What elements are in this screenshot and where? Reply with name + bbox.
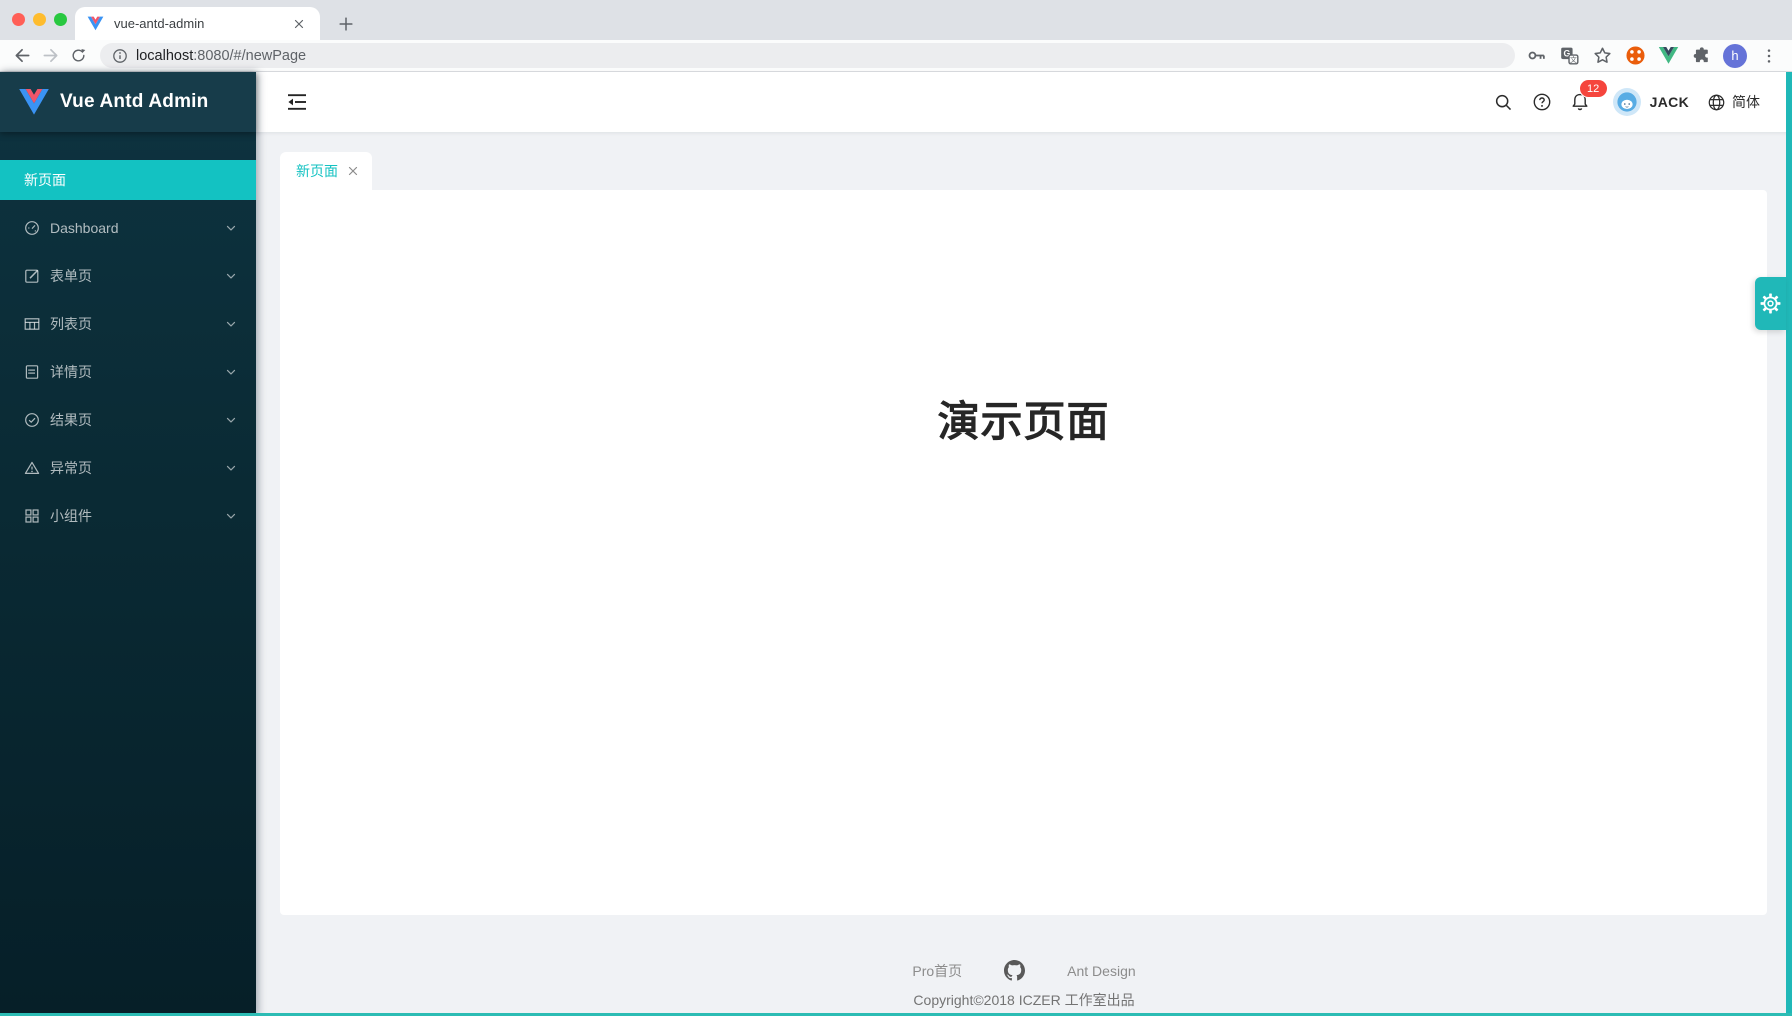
browser-profile-avatar[interactable]: h: [1723, 44, 1747, 68]
user-menu[interactable]: JACK: [1613, 88, 1689, 116]
sidebar-item-newpage[interactable]: 新页面: [0, 160, 256, 200]
github-icon[interactable]: [1004, 960, 1025, 981]
sidebar-item-label: 小组件: [50, 506, 224, 526]
browser-tab-title: vue-antd-admin: [114, 16, 290, 31]
page-tab-close-icon[interactable]: [346, 164, 360, 178]
form-icon: [24, 268, 40, 284]
close-window-button[interactable]: [12, 13, 25, 26]
reload-button[interactable]: [64, 42, 92, 70]
screen: vue-antd-admin localhost:8080/#/newPage: [0, 0, 1792, 1016]
sidebar-item-label: 结果页: [50, 410, 224, 430]
chevron-down-icon: [224, 509, 238, 523]
vue-logo-icon: [18, 86, 50, 118]
sidebar-menu: 新页面 Dashboard 表单页列表页详情页结果页异常页小组件: [0, 132, 256, 536]
app-logo[interactable]: Vue Antd Admin: [0, 72, 256, 132]
chevron-down-icon: [224, 365, 238, 379]
vue-devtools-icon[interactable]: [1657, 44, 1680, 67]
sidebar-item-label: 列表页: [50, 314, 224, 334]
page-tab-active[interactable]: 新页面: [280, 152, 372, 190]
translate-icon[interactable]: [1558, 44, 1581, 67]
zoom-window-button[interactable]: [54, 13, 67, 26]
new-tab-button[interactable]: [332, 10, 360, 38]
footer-link-antdesign[interactable]: Ant Design: [1067, 963, 1135, 979]
username: JACK: [1650, 94, 1689, 110]
content-card: 演示页面: [280, 190, 1767, 915]
minimize-window-button[interactable]: [33, 13, 46, 26]
table-icon: [24, 316, 40, 332]
sidebar-item-4[interactable]: 结果页: [0, 400, 256, 440]
forward-button[interactable]: [36, 42, 64, 70]
extensions-puzzle-icon[interactable]: [1690, 44, 1713, 67]
chevron-down-icon: [224, 269, 238, 283]
chevron-down-icon: [224, 413, 238, 427]
app-title: Vue Antd Admin: [60, 91, 208, 113]
vue-favicon-icon: [87, 15, 104, 32]
browser-tabstrip: vue-antd-admin: [0, 0, 1792, 40]
language-switcher[interactable]: 简体: [1707, 92, 1760, 112]
notification-bell-icon[interactable]: 12: [1561, 83, 1599, 121]
footer-copyright: Copyright©2018 ICZER 工作室出品: [256, 990, 1792, 1010]
tab-close-icon[interactable]: [290, 15, 308, 33]
warning-icon: [24, 460, 40, 476]
sidebar-item-label: 异常页: [50, 458, 224, 478]
sidebar-item-label: Dashboard: [50, 220, 224, 236]
settings-drawer-handle[interactable]: [1755, 277, 1786, 330]
sidebar-item-label: 新页面: [24, 170, 238, 190]
chevron-down-icon: [224, 221, 238, 235]
dashboard-icon: [24, 220, 40, 236]
content-area: 新页面 演示页面 Pro首页 Ant Design Copyright©2018…: [256, 132, 1792, 1016]
sidebar-item-2[interactable]: 列表页: [0, 304, 256, 344]
browser-tab[interactable]: vue-antd-admin: [75, 7, 320, 40]
footer-link-pro[interactable]: Pro首页: [912, 961, 962, 981]
page-title: 演示页面: [280, 190, 1767, 449]
menu-fold-icon[interactable]: [284, 89, 310, 115]
url-text: localhost:8080/#/newPage: [136, 48, 306, 64]
address-bar[interactable]: localhost:8080/#/newPage: [100, 43, 1515, 68]
search-icon[interactable]: [1485, 83, 1523, 121]
app-header: 12 JACK 简体: [256, 72, 1792, 132]
sidebar-item-1[interactable]: 表单页: [0, 256, 256, 296]
user-avatar: [1613, 88, 1641, 116]
footer: Pro首页 Ant Design Copyright©2018 ICZER 工作…: [256, 960, 1792, 1010]
main-area: 12 JACK 简体 新页面: [256, 72, 1792, 1016]
sidebar-item-label: 详情页: [50, 362, 224, 382]
profile-icon: [24, 364, 40, 380]
globe-icon: [1707, 93, 1726, 112]
back-button[interactable]: [8, 42, 36, 70]
site-info-icon[interactable]: [112, 48, 128, 64]
page-tab-label: 新页面: [296, 161, 338, 181]
toolbar-extensions: h: [1525, 44, 1792, 68]
right-accent-strip: [1786, 72, 1792, 1016]
language-label: 简体: [1732, 92, 1760, 112]
check-circle-icon: [24, 412, 40, 428]
sidebar-item-3[interactable]: 详情页: [0, 352, 256, 392]
passwords-key-icon[interactable]: [1525, 44, 1548, 67]
browser-toolbar: localhost:8080/#/newPage h: [0, 40, 1792, 72]
sidebar: Vue Antd Admin 新页面 Dashboard 表单页列表页详情页结果页…: [0, 72, 256, 1016]
window-controls: [12, 13, 67, 26]
bookmark-star-icon[interactable]: [1591, 44, 1614, 67]
sidebar-item-6[interactable]: 小组件: [0, 496, 256, 536]
sidebar-item-label: 表单页: [50, 266, 224, 286]
extension-orange-icon[interactable]: [1624, 44, 1647, 67]
sidebar-item-0[interactable]: Dashboard: [0, 208, 256, 248]
appstore-icon: [24, 508, 40, 524]
sidebar-item-5[interactable]: 异常页: [0, 448, 256, 488]
notification-badge: 12: [1580, 80, 1607, 97]
browser-menu-icon[interactable]: [1757, 44, 1780, 67]
chevron-down-icon: [224, 461, 238, 475]
chevron-down-icon: [224, 317, 238, 331]
help-icon[interactable]: [1523, 83, 1561, 121]
gear-icon: [1759, 292, 1782, 315]
